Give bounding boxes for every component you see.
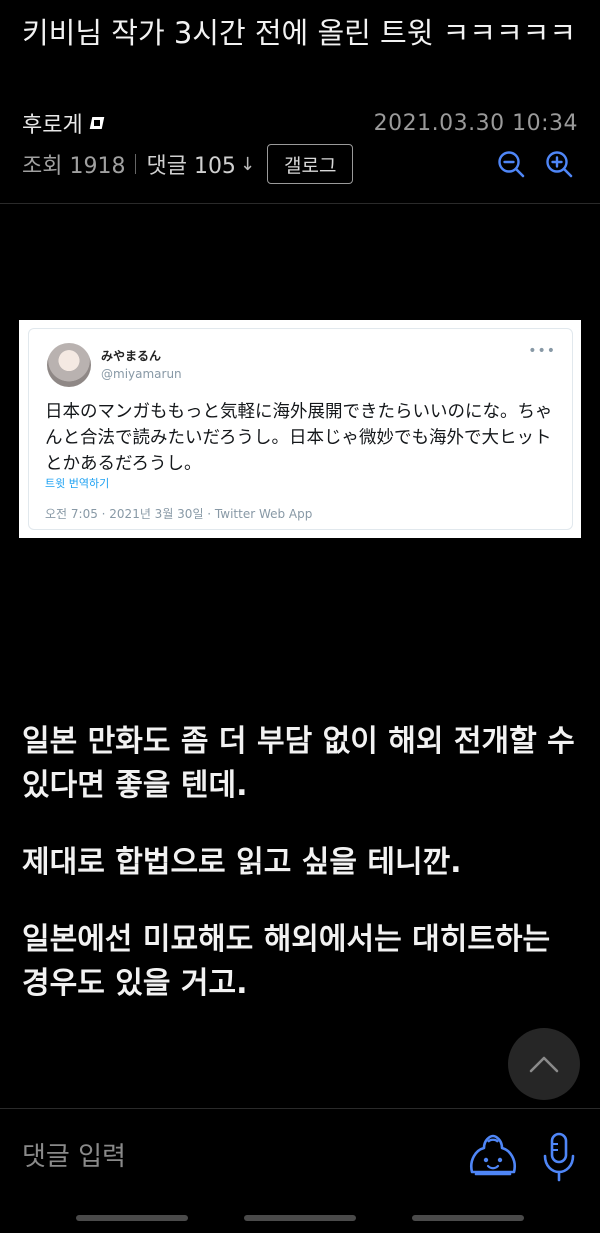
- zoom-out-icon[interactable]: [496, 149, 526, 179]
- header-divider: [0, 203, 600, 204]
- view-count: 조회 1918: [22, 154, 126, 179]
- avatar: [47, 343, 91, 387]
- footer-divider: [0, 1108, 600, 1109]
- zoom-controls: [496, 149, 574, 179]
- scroll-to-top-button[interactable]: [508, 1028, 580, 1100]
- author-name[interactable]: 후로게: [22, 107, 83, 139]
- post-stats-row: 조회 1918 댓글 105 ↓ 갤로그: [22, 142, 578, 186]
- divider: [135, 154, 137, 174]
- body-paragraph: 제대로 합법으로 읽고 싶을 테니깐.: [22, 845, 462, 880]
- microphone-icon[interactable]: [538, 1130, 580, 1184]
- tweet-timestamp: 오전 7:05 · 2021년 3월 30일 · Twitter Web App: [45, 507, 313, 521]
- sort-down-arrow-icon: ↓: [239, 153, 256, 175]
- post-meta-row: 후로게 2021.03.30 10:34: [22, 107, 578, 139]
- tweet-author-handle: @miyamarun: [101, 367, 182, 381]
- body-paragraph: 일본 만화도 좀 더 부담 없이 해외 전개할 수 있다면 좋을 텐데.: [22, 724, 575, 803]
- comment-count[interactable]: 댓글 105: [146, 148, 235, 180]
- tweet-text: 日本のマンガももっと気軽に海外展開できたらいいのにな。ちゃんと合法で読みたいだろ…: [45, 402, 553, 474]
- chevron-up-icon: [529, 1056, 559, 1073]
- zoom-in-icon[interactable]: [544, 149, 574, 179]
- member-badge-icon: [89, 115, 105, 131]
- comment-count-link[interactable]: 댓글 105 ↓: [146, 148, 255, 180]
- system-navigation-bar: [0, 1215, 600, 1223]
- post-title: 키비님 작가 3시간 전에 올린 트윗 ㅋㅋㅋㅋㅋ: [22, 16, 577, 50]
- post-body: 일본 만화도 좀 더 부담 없이 해외 전개할 수 있다면 좋을 텐데. 제대로…: [22, 720, 582, 1039]
- emoji-icon[interactable]: [466, 1130, 520, 1184]
- more-options-icon: •••: [528, 343, 556, 359]
- tweet-author-name: みやまるん: [101, 349, 162, 363]
- nav-recents-button[interactable]: [76, 1215, 188, 1221]
- tweet-card: みやまるん @miyamarun ••• 日本のマンガももっと気軽に海外展開でき…: [28, 328, 573, 530]
- body-paragraph: 일본에선 미묘해도 해외에서는 대히트하는 경우도 있을 거고.: [22, 922, 551, 1001]
- comment-input[interactable]: 댓글 입력: [22, 1136, 442, 1173]
- translate-tweet-link: 트윗 번역하기: [45, 477, 110, 490]
- nav-back-button[interactable]: [412, 1215, 524, 1221]
- gallog-button[interactable]: 갤로그: [267, 144, 354, 184]
- tweet-screenshot[interactable]: みやまるん @miyamarun ••• 日本のマンガももっと気軽に海外展開でき…: [19, 320, 581, 538]
- author[interactable]: 후로게: [22, 107, 105, 139]
- post-date: 2021.03.30 10:34: [373, 110, 578, 136]
- nav-home-button[interactable]: [244, 1215, 356, 1221]
